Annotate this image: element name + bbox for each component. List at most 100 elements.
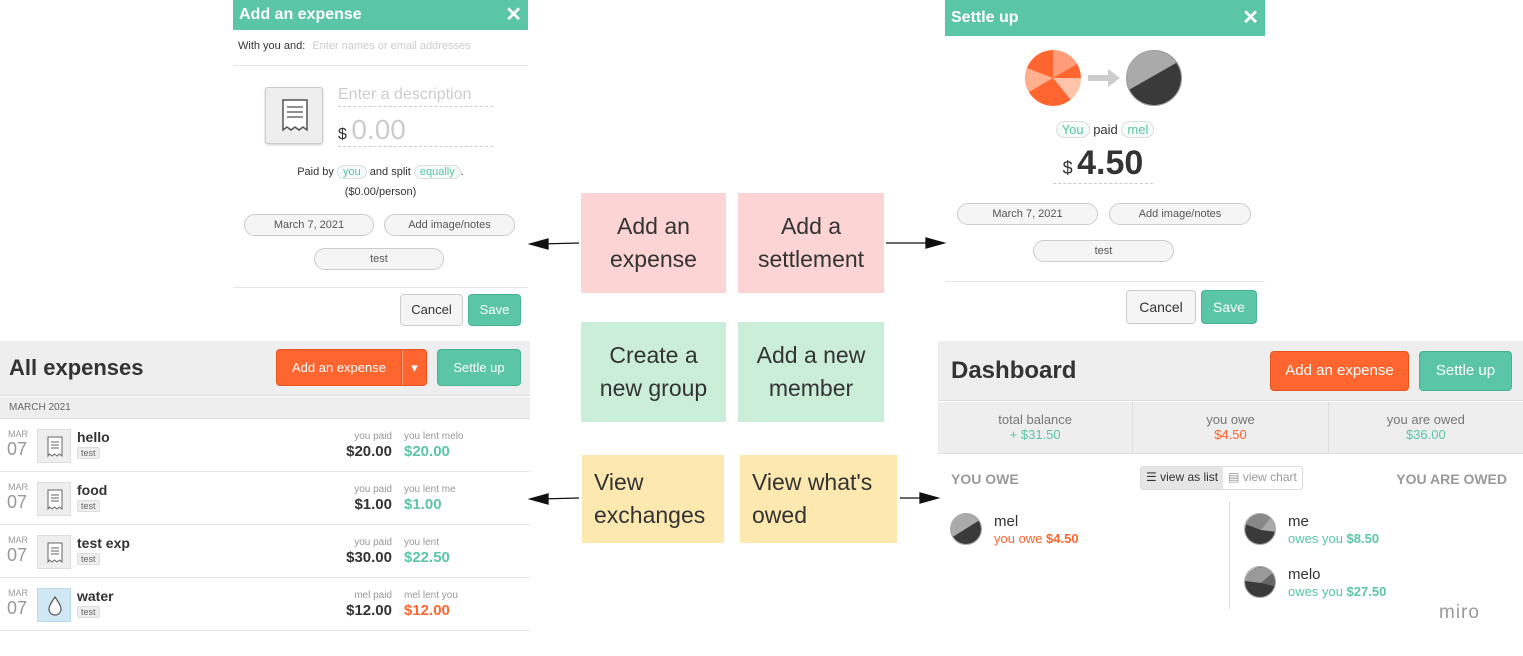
- receipt-icon: [37, 429, 71, 463]
- settle-amount-value: 4.50: [1077, 144, 1144, 182]
- row-day: 07: [7, 439, 28, 459]
- currency-symbol: $: [338, 126, 347, 143]
- owed-amount: $27.50: [1346, 584, 1387, 599]
- owed-detail: owes you $8.50: [1288, 531, 1379, 546]
- add-expense-button[interactable]: Add an expense: [1270, 351, 1409, 391]
- row-paid-amount: $12.00: [346, 602, 392, 619]
- payer-avatar: [1025, 50, 1081, 106]
- date-button[interactable]: March 7, 2021: [957, 203, 1098, 225]
- settle-up-button[interactable]: Settle up: [1419, 351, 1512, 391]
- water-drop-icon: [37, 588, 71, 622]
- total-balance: total balance + $31.50: [938, 402, 1134, 453]
- row-tag[interactable]: test: [77, 606, 100, 618]
- add-expense-modal-header: Add an expense ✕: [233, 0, 528, 30]
- row-lent-amount: $12.00: [404, 602, 450, 619]
- you-owe-value: $4.50: [1214, 427, 1247, 442]
- row-lent-label: you lent melo: [404, 431, 464, 442]
- receipt-icon: [37, 482, 71, 516]
- close-icon[interactable]: ✕: [1242, 8, 1259, 28]
- payee-avatar: [1126, 50, 1182, 106]
- list-icon: ☰: [1146, 470, 1157, 484]
- arrow-to-all-expenses: [539, 497, 580, 500]
- owed-text: owes you: [1288, 531, 1343, 546]
- row-lent-amount: $22.50: [404, 549, 450, 566]
- you-are-owed-label: you are owed: [1386, 412, 1465, 427]
- row-month: MAR: [8, 535, 28, 545]
- with-label: With you and:: [238, 40, 306, 52]
- split-chip[interactable]: equally: [413, 165, 461, 179]
- row-tag[interactable]: test: [77, 447, 100, 459]
- owe-heading: YOU OWE: [951, 471, 1019, 487]
- settle-up-button[interactable]: Settle up: [437, 349, 521, 386]
- dashboard-panel: Dashboard Add an expense Settle up total…: [938, 341, 1523, 641]
- paid-by-chip[interactable]: you: [336, 165, 367, 179]
- settle-amount[interactable]: $ 4.50: [1053, 144, 1153, 184]
- cancel-button[interactable]: Cancel: [400, 294, 463, 326]
- owed-amount: $8.50: [1346, 531, 1380, 546]
- avatar: [1244, 513, 1276, 545]
- with-row: With you and: Enter names or email addre…: [233, 30, 528, 66]
- you-are-owed-summary: you are owed $36.00: [1329, 402, 1523, 453]
- row-name: water: [77, 588, 114, 604]
- view-as-list-button[interactable]: ☰ view as list: [1141, 467, 1224, 489]
- save-button[interactable]: Save: [1201, 290, 1257, 324]
- close-icon[interactable]: ✕: [505, 5, 522, 25]
- row-tag[interactable]: test: [77, 500, 100, 512]
- row-paid-label: you paid: [354, 484, 392, 495]
- table-row[interactable]: MAR 07 hello test you paid $20.00 you le…: [0, 419, 530, 472]
- owed-detail: owes you $27.50: [1288, 584, 1386, 599]
- date-button[interactable]: March 7, 2021: [244, 214, 374, 236]
- table-row[interactable]: MAR 07 food test you paid $1.00 you lent…: [0, 472, 530, 525]
- settle-up-modal: Settle up ✕ You paid mel $ 4.50 March 7,…: [945, 0, 1265, 330]
- group-button[interactable]: test: [314, 248, 444, 270]
- list-item[interactable]: me owes you $8.50: [1244, 513, 1514, 553]
- list-item[interactable]: melo owes you $27.50: [1244, 566, 1514, 606]
- add-notes-button[interactable]: Add image/notes: [384, 214, 515, 236]
- avatar: [1244, 566, 1276, 598]
- row-paid-amount: $30.00: [346, 549, 392, 566]
- add-expense-modal-title: Add an expense: [239, 6, 362, 23]
- owe-amount: $4.50: [1046, 531, 1079, 546]
- row-day: 07: [7, 545, 28, 565]
- all-expenses-header: All expenses Add an expense ▾ Settle up: [0, 341, 530, 396]
- view-chart-button[interactable]: ▤ view chart: [1223, 467, 1302, 489]
- table-row[interactable]: MAR 07 water test mel paid $12.00 mel le…: [0, 578, 530, 631]
- you-are-owed-value: $36.00: [1405, 427, 1446, 442]
- payer-chip[interactable]: You: [1055, 121, 1090, 138]
- note-add-member: Add a new member: [738, 322, 884, 422]
- row-name: food: [77, 482, 108, 498]
- amount-input[interactable]: $ 0.00: [338, 114, 493, 147]
- view-toggle: ☰ view as list ▤ view chart: [1140, 466, 1303, 490]
- row-paid-label: you paid: [354, 431, 392, 442]
- modal-divider: [945, 281, 1265, 282]
- total-balance-label: total balance: [998, 412, 1073, 427]
- owed-text: owes you: [1288, 584, 1343, 599]
- row-name: hello: [77, 429, 110, 445]
- with-input[interactable]: Enter names or email addresses: [312, 40, 470, 52]
- add-notes-button[interactable]: Add image/notes: [1109, 203, 1251, 225]
- note-add-expense: Add an expense: [581, 193, 726, 293]
- view-as-list-label: view as list: [1160, 470, 1219, 484]
- description-input[interactable]: Enter a description: [338, 86, 493, 107]
- column-divider: [1229, 501, 1230, 609]
- list-item[interactable]: mel you owe $4.50: [950, 513, 1220, 553]
- row-day: 07: [7, 598, 28, 618]
- row-day: 07: [7, 492, 28, 512]
- chevron-down-icon[interactable]: ▾: [402, 349, 427, 386]
- row-lent-amount: $20.00: [404, 443, 450, 460]
- receipt-icon[interactable]: [265, 87, 323, 144]
- group-button[interactable]: test: [1033, 240, 1174, 262]
- row-lent-label: you lent: [404, 537, 440, 548]
- row-tag[interactable]: test: [77, 553, 100, 565]
- add-expense-button[interactable]: Add an expense: [276, 349, 402, 386]
- row-month: MAR: [8, 588, 28, 598]
- settle-up-modal-title: Settle up: [951, 9, 1019, 26]
- paid-by-prefix: Paid by: [297, 166, 334, 178]
- you-owe-label: you owe: [1206, 412, 1255, 427]
- receipt-icon: [37, 535, 71, 569]
- save-button[interactable]: Save: [468, 294, 521, 326]
- table-row[interactable]: MAR 07 test exp test you paid $30.00 you…: [0, 525, 530, 578]
- total-balance-value: + $31.50: [1009, 427, 1061, 442]
- cancel-button[interactable]: Cancel: [1126, 290, 1196, 324]
- payee-chip[interactable]: mel: [1121, 121, 1155, 138]
